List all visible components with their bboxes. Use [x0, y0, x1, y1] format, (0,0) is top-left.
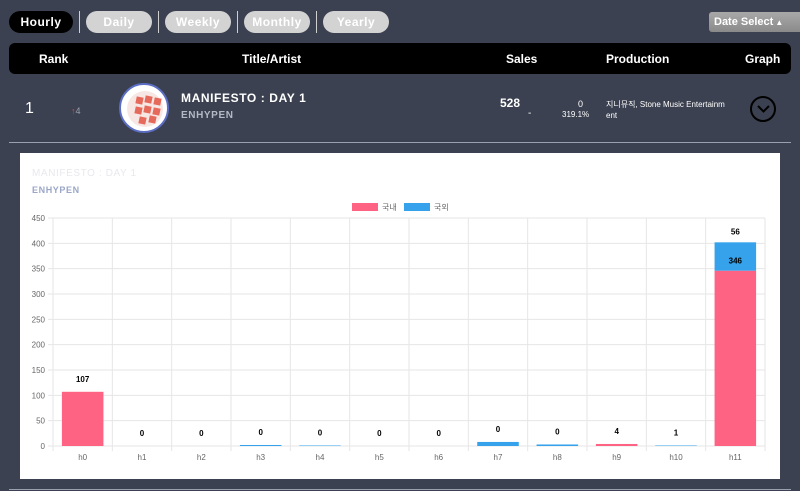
data-label: 0	[258, 428, 263, 437]
data-label: 0	[436, 429, 441, 438]
header-title-artist: Title/Artist	[242, 52, 302, 66]
data-label: 0	[140, 429, 145, 438]
y-tick-label: 300	[32, 290, 46, 299]
bar-foreign	[239, 444, 282, 446]
bar-domestic	[714, 270, 757, 446]
x-tick-label: h8	[553, 453, 562, 462]
data-label-top: 56	[731, 227, 740, 236]
data-label: 0	[377, 429, 382, 438]
y-tick-label: 400	[32, 239, 46, 248]
rank-number: 1	[25, 100, 34, 117]
y-tick-label: 450	[32, 214, 46, 223]
date-select-dropdown[interactable]: Date Select ▲	[709, 12, 800, 32]
rank-change-value: 4	[75, 106, 81, 116]
data-label: 1	[674, 428, 679, 437]
header-graph: Graph	[745, 52, 781, 66]
x-tick-label: h9	[612, 453, 621, 462]
tab-divider	[237, 11, 238, 33]
sales-chart: 050100150200250300350400450h0107h10h20h3…	[32, 202, 766, 462]
graph-panel: MANIFESTO : DAY 1 ENHYPEN 0 50 100 150 200 25…	[20, 153, 780, 479]
sales-value: 528	[500, 96, 521, 110]
artist-name: ENHYPEN	[181, 110, 234, 121]
legend-swatch-foreign	[404, 203, 430, 211]
up-down-arrows-icon: ▲	[775, 17, 784, 27]
data-label: 4	[614, 427, 619, 436]
bottom-divider	[9, 489, 791, 490]
y-tick-label: 250	[32, 315, 46, 324]
y-tick-label: 0	[41, 442, 46, 451]
tab-daily[interactable]: Daily	[86, 11, 152, 33]
header-sales: Sales	[506, 52, 538, 66]
table-row[interactable]: 1 ↑4 MANIFESTO : DAY 1 ENHYPEN 528 - 0 3…	[0, 76, 800, 142]
tab-weekly[interactable]: Weekly	[165, 11, 231, 33]
x-tick-label: h1	[138, 453, 147, 462]
header-production: Production	[606, 52, 670, 66]
data-label: 0	[555, 427, 560, 436]
y-tick-label: 150	[32, 366, 46, 375]
sales-change: -	[528, 108, 532, 119]
y-tick-label: 50	[36, 417, 45, 426]
y-tick-label: 200	[32, 341, 46, 350]
tab-divider	[316, 11, 317, 33]
period-tabs: Hourly Daily Weekly Monthly Yearly	[9, 11, 389, 33]
x-tick-label: h11	[729, 453, 742, 462]
table-header: Rank Title/Artist Sales Production Graph	[9, 43, 791, 74]
x-tick-label: h10	[669, 453, 683, 462]
x-tick-label: h2	[197, 453, 206, 462]
data-label: 107	[76, 375, 90, 384]
tab-divider	[158, 11, 159, 33]
tab-yearly[interactable]: Yearly	[323, 11, 389, 33]
date-select-label: Date Select	[714, 16, 774, 28]
y-tick-label: 350	[32, 265, 46, 274]
x-tick-label: h7	[494, 453, 503, 462]
graph-toggle-button[interactable]	[750, 96, 776, 122]
album-cover	[119, 83, 169, 133]
data-label: 0	[318, 428, 323, 437]
data-label: 346	[729, 257, 743, 266]
data-label: 0	[199, 429, 204, 438]
legend-label-domestic: 국내	[382, 203, 397, 212]
bar-domestic	[595, 443, 638, 446]
bar-domestic	[61, 391, 104, 446]
bar-foreign	[477, 441, 519, 446]
bar-foreign	[299, 445, 341, 446]
chevron-down-icon	[757, 105, 770, 113]
legend-label-foreign: 국외	[434, 202, 449, 212]
x-tick-label: h5	[375, 453, 384, 462]
x-tick-label: h6	[434, 453, 443, 462]
tab-monthly[interactable]: Monthly	[244, 11, 310, 33]
sub-percent: 319.1%	[562, 110, 590, 119]
tab-hourly[interactable]: Hourly	[9, 11, 73, 33]
tab-divider	[79, 11, 80, 33]
row-divider	[9, 142, 791, 143]
y-tick-label: 100	[32, 391, 46, 400]
bar-foreign	[655, 445, 697, 446]
rank-change: ↑4	[71, 106, 81, 116]
production-company: 지니뮤직, Stone Music Entertainment	[606, 100, 725, 120]
data-label: 0	[496, 425, 501, 434]
x-tick-label: h4	[316, 453, 325, 462]
header-rank: Rank	[39, 52, 69, 66]
legend-swatch-domestic	[352, 203, 378, 211]
sub-value: 0	[578, 99, 584, 109]
bar-foreign	[536, 444, 579, 446]
x-tick-label: h0	[78, 453, 87, 462]
x-tick-label: h3	[256, 453, 265, 462]
song-title[interactable]: MANIFESTO : DAY 1	[181, 91, 306, 105]
